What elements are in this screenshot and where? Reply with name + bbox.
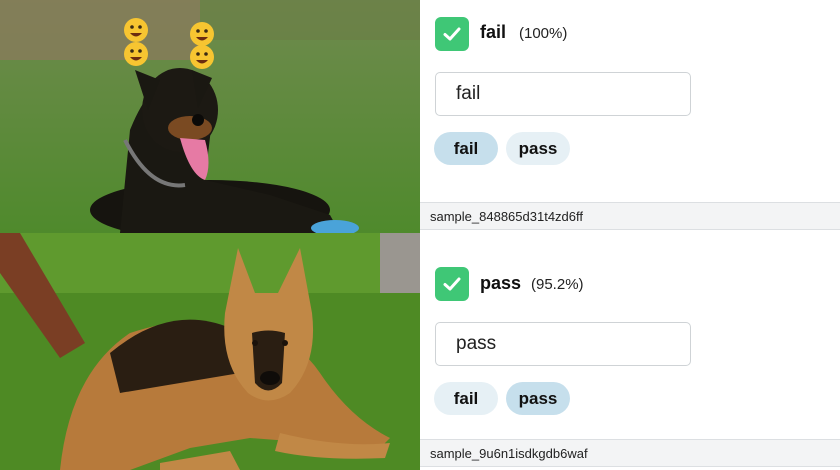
predicted-label: fail: [480, 22, 507, 42]
label-input[interactable]: [435, 72, 691, 116]
approve-checkbox[interactable]: [435, 267, 469, 301]
confidence-value: (100%): [519, 25, 568, 42]
label-panel-1: fail (100%) fail pass sample_848865d31t4…: [420, 0, 840, 233]
chip-pass[interactable]: pass: [506, 132, 570, 165]
sample-id: sample_848865d31t4zd6ff: [420, 202, 840, 230]
sample-row-2: pass (95.2%) fail pass sample_9u6n1isdkg…: [0, 233, 840, 470]
sample-image-german-shepherd: [0, 233, 420, 470]
chip-pass[interactable]: pass: [506, 382, 570, 415]
predicted-label: pass: [480, 273, 522, 293]
checkmark-icon: [443, 277, 461, 291]
sample-image-doberman: [0, 0, 420, 233]
confidence-value: (95.2%): [531, 276, 584, 293]
label-panel-2: pass (95.2%) fail pass sample_9u6n1isdkg…: [420, 233, 840, 470]
doberman-photo: [0, 0, 420, 233]
checkmark-icon: [443, 27, 461, 41]
sample-row-1: fail (100%) fail pass sample_848865d31t4…: [0, 0, 840, 233]
sample-id: sample_9u6n1isdkgdb6waf: [420, 439, 840, 467]
label-input[interactable]: [435, 322, 691, 366]
german-shepherd-photo: [0, 233, 420, 470]
chip-fail[interactable]: fail: [434, 382, 498, 415]
approve-checkbox[interactable]: [435, 17, 469, 51]
chip-fail[interactable]: fail: [434, 132, 498, 165]
